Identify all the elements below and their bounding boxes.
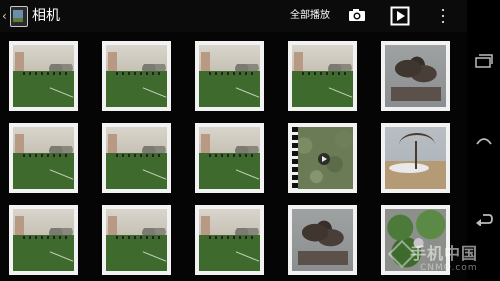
photo-thumbnail[interactable] bbox=[102, 123, 171, 193]
action-bar: ‹ 相机 全部播放 bbox=[0, 0, 467, 32]
photo-thumbnail[interactable] bbox=[9, 205, 78, 275]
photo-thumbnail[interactable] bbox=[195, 41, 264, 111]
gallery-app: ‹ 相机 全部播放 bbox=[0, 0, 467, 281]
thumbnail-image bbox=[385, 127, 446, 189]
thumbnail-image bbox=[292, 45, 353, 107]
album-title[interactable]: 相机 bbox=[32, 7, 60, 25]
thumbnail-image bbox=[13, 209, 74, 271]
slideshow-icon[interactable] bbox=[390, 6, 410, 26]
thumbnail-image bbox=[292, 209, 353, 271]
up-caret-icon[interactable]: ‹ bbox=[2, 9, 8, 23]
photo-thumbnail[interactable] bbox=[381, 41, 450, 111]
gallery-app-icon[interactable] bbox=[10, 6, 28, 27]
thumbnail-image bbox=[199, 45, 260, 107]
thumbnail-image bbox=[292, 127, 353, 189]
thumbnail-image bbox=[199, 127, 260, 189]
navigation-bar bbox=[467, 0, 500, 281]
thumbnail-image bbox=[199, 209, 260, 271]
thumbnail-image bbox=[106, 127, 167, 189]
photo-thumbnail[interactable] bbox=[9, 41, 78, 111]
play-all-button[interactable]: 全部播放 bbox=[290, 9, 330, 23]
photo-thumbnail[interactable] bbox=[195, 205, 264, 275]
photo-thumbnail[interactable] bbox=[102, 41, 171, 111]
camera-icon[interactable] bbox=[348, 8, 366, 22]
photo-thumbnail[interactable] bbox=[288, 41, 357, 111]
photo-grid bbox=[0, 32, 467, 281]
recent-apps-icon[interactable] bbox=[475, 54, 493, 68]
thumbnail-image bbox=[385, 209, 446, 271]
photo-thumbnail[interactable] bbox=[102, 205, 171, 275]
photo-thumbnail[interactable] bbox=[288, 205, 357, 275]
photo-thumbnail[interactable] bbox=[9, 123, 78, 193]
home-icon[interactable] bbox=[475, 133, 493, 147]
photo-thumbnail[interactable] bbox=[381, 123, 450, 193]
thumbnail-image bbox=[13, 127, 74, 189]
photo-thumbnail[interactable] bbox=[381, 205, 450, 275]
overflow-menu-icon[interactable] bbox=[440, 8, 446, 24]
thumbnail-image bbox=[385, 45, 446, 107]
thumbnail-image bbox=[106, 45, 167, 107]
play-icon bbox=[318, 153, 330, 165]
video-thumbnail[interactable] bbox=[288, 123, 357, 193]
thumbnail-image bbox=[13, 45, 74, 107]
film-strip-edge bbox=[292, 127, 298, 189]
thumbnail-image bbox=[106, 209, 167, 271]
back-icon[interactable] bbox=[475, 212, 493, 226]
photo-thumbnail[interactable] bbox=[195, 123, 264, 193]
